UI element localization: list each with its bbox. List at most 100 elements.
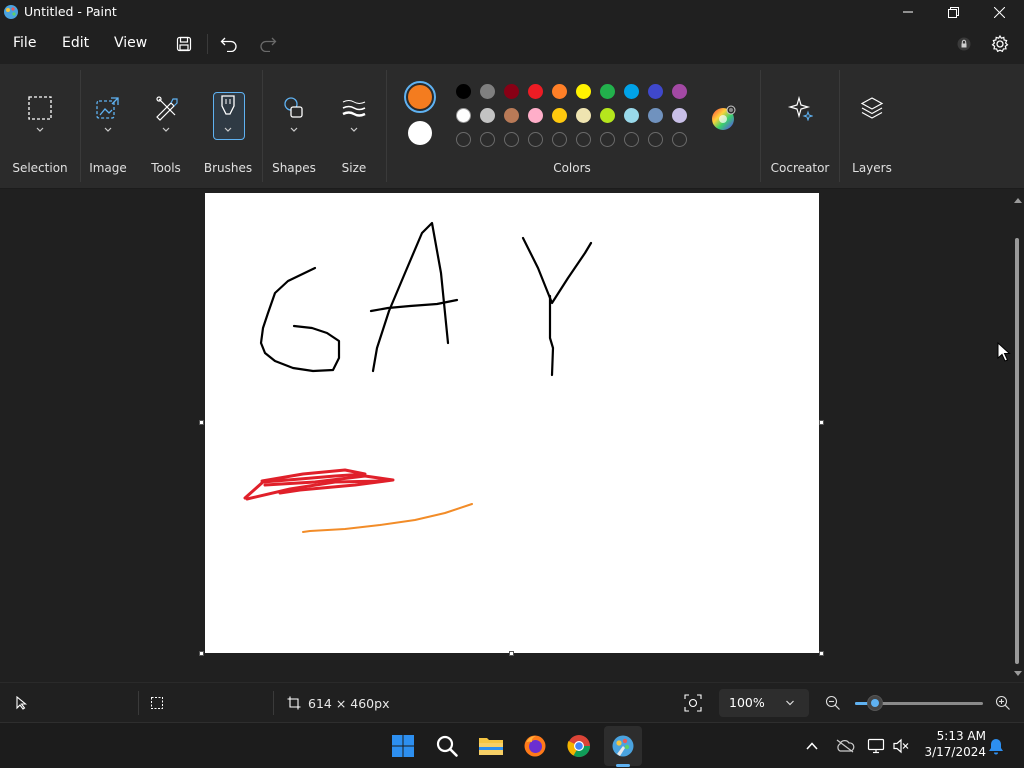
color-swatch[interactable]: [504, 108, 519, 123]
color-swatch[interactable]: [576, 84, 591, 99]
brushes-label: Brushes: [203, 161, 253, 175]
file-explorer-button[interactable]: [477, 732, 505, 760]
redo-button[interactable]: [256, 32, 280, 56]
color-swatch[interactable]: [456, 108, 471, 123]
drawing-canvas[interactable]: [205, 193, 819, 653]
chevron-down-icon: [224, 127, 232, 132]
notifications-button[interactable]: [986, 736, 1006, 756]
zoom-in-button[interactable]: [995, 695, 1013, 713]
canvas-resize-handle-bottom[interactable]: [509, 651, 514, 656]
menu-file[interactable]: File: [13, 35, 36, 51]
status-divider: [138, 691, 139, 715]
custom-color-slot[interactable]: [672, 132, 687, 147]
custom-color-slot[interactable]: [576, 132, 591, 147]
mouse-cursor-icon: [997, 342, 1011, 362]
color-swatch[interactable]: [648, 84, 663, 99]
zoom-dropdown[interactable]: 100%: [719, 689, 809, 717]
color-swatch[interactable]: [528, 108, 543, 123]
custom-color-slot[interactable]: [648, 132, 663, 147]
color-swatch[interactable]: [672, 108, 687, 123]
custom-color-slot[interactable]: [552, 132, 567, 147]
status-bar: 614 × 460px 100%: [0, 682, 1024, 722]
edit-colors-button[interactable]: [710, 105, 736, 131]
color-swatch[interactable]: [624, 108, 639, 123]
primary-color[interactable]: [408, 85, 432, 109]
selection-group[interactable]: Selection: [0, 64, 80, 189]
shapes-icon: [278, 92, 310, 124]
image-group[interactable]: Image: [82, 64, 134, 189]
custom-color-slot[interactable]: [600, 132, 615, 147]
color-swatch[interactable]: [552, 108, 567, 123]
zoom-out-button[interactable]: [825, 695, 843, 713]
start-button[interactable]: [389, 732, 417, 760]
color-swatch[interactable]: [648, 108, 663, 123]
color-swatch[interactable]: [672, 84, 687, 99]
firefox-button[interactable]: [521, 732, 549, 760]
scroll-down-icon[interactable]: [1013, 670, 1023, 678]
undo-button[interactable]: [217, 32, 241, 56]
color-swatch[interactable]: [504, 84, 519, 99]
network-icon: [867, 738, 885, 754]
color-swatch[interactable]: [600, 108, 615, 123]
secondary-color[interactable]: [408, 121, 432, 145]
onedrive-button[interactable]: [835, 736, 855, 756]
chrome-button[interactable]: [565, 732, 593, 760]
fit-to-window-button[interactable]: [684, 694, 704, 714]
account-button[interactable]: [952, 32, 976, 56]
vertical-scrollbar[interactable]: [1013, 196, 1023, 678]
custom-color-slot[interactable]: [504, 132, 519, 147]
chevron-down-icon: [786, 700, 794, 706]
status-divider: [273, 691, 274, 715]
layers-group[interactable]: Layers: [842, 64, 902, 189]
canvas-resize-handle-left[interactable]: [199, 420, 204, 425]
brushes-group[interactable]: Brushes: [202, 64, 254, 189]
scrollbar-thumb[interactable]: [1015, 238, 1019, 664]
size-group[interactable]: Size: [328, 64, 380, 189]
ribbon-toolbar: Selection Image Tools Brushes Shapes Siz…: [0, 64, 1024, 189]
color-swatch[interactable]: [552, 84, 567, 99]
close-button[interactable]: [976, 0, 1022, 24]
zoom-slider-knob[interactable]: [867, 695, 883, 711]
windows-icon: [392, 735, 414, 757]
minimize-button[interactable]: [885, 0, 931, 24]
taskbar-clock[interactable]: 5:13 AM 3/17/2024: [922, 728, 986, 760]
active-app-indicator: [616, 764, 630, 767]
tools-group[interactable]: Tools: [140, 64, 192, 189]
title-bar: Untitled - Paint: [0, 0, 1024, 24]
custom-color-slot[interactable]: [624, 132, 639, 147]
bell-icon: [989, 739, 1003, 755]
menu-edit[interactable]: Edit: [62, 35, 89, 51]
image-label: Image: [89, 161, 127, 175]
custom-color-slot[interactable]: [528, 132, 543, 147]
volume-button[interactable]: [891, 736, 911, 756]
menu-bar: File Edit View: [0, 24, 1024, 64]
color-swatch[interactable]: [528, 84, 543, 99]
firefox-icon: [524, 735, 546, 757]
menu-view[interactable]: View: [114, 35, 147, 51]
chevron-down-icon: [290, 127, 298, 132]
settings-button[interactable]: [988, 32, 1012, 56]
chevron-down-icon: [36, 127, 44, 132]
search-button[interactable]: [433, 732, 461, 760]
save-button[interactable]: [172, 32, 196, 56]
color-swatch[interactable]: [480, 108, 495, 123]
show-hidden-icons-button[interactable]: [802, 736, 822, 756]
canvas-resize-handle-right[interactable]: [819, 420, 824, 425]
network-button[interactable]: [866, 736, 886, 756]
shapes-group[interactable]: Shapes: [268, 64, 320, 189]
color-swatch[interactable]: [624, 84, 639, 99]
search-icon: [436, 735, 458, 757]
canvas-resize-handle-bottom-right[interactable]: [819, 651, 824, 656]
custom-color-slot[interactable]: [480, 132, 495, 147]
scroll-up-icon[interactable]: [1013, 196, 1023, 204]
cocreator-group[interactable]: Cocreator: [762, 64, 838, 189]
paint-taskbar-button[interactable]: [609, 732, 637, 760]
color-swatch[interactable]: [480, 84, 495, 99]
canvas-resize-handle-bottom-left[interactable]: [199, 651, 204, 656]
restore-button[interactable]: [930, 0, 976, 24]
window-title: Untitled - Paint: [24, 4, 117, 19]
color-swatch[interactable]: [600, 84, 615, 99]
color-swatch[interactable]: [576, 108, 591, 123]
color-swatch[interactable]: [456, 84, 471, 99]
custom-color-slot[interactable]: [456, 132, 471, 147]
